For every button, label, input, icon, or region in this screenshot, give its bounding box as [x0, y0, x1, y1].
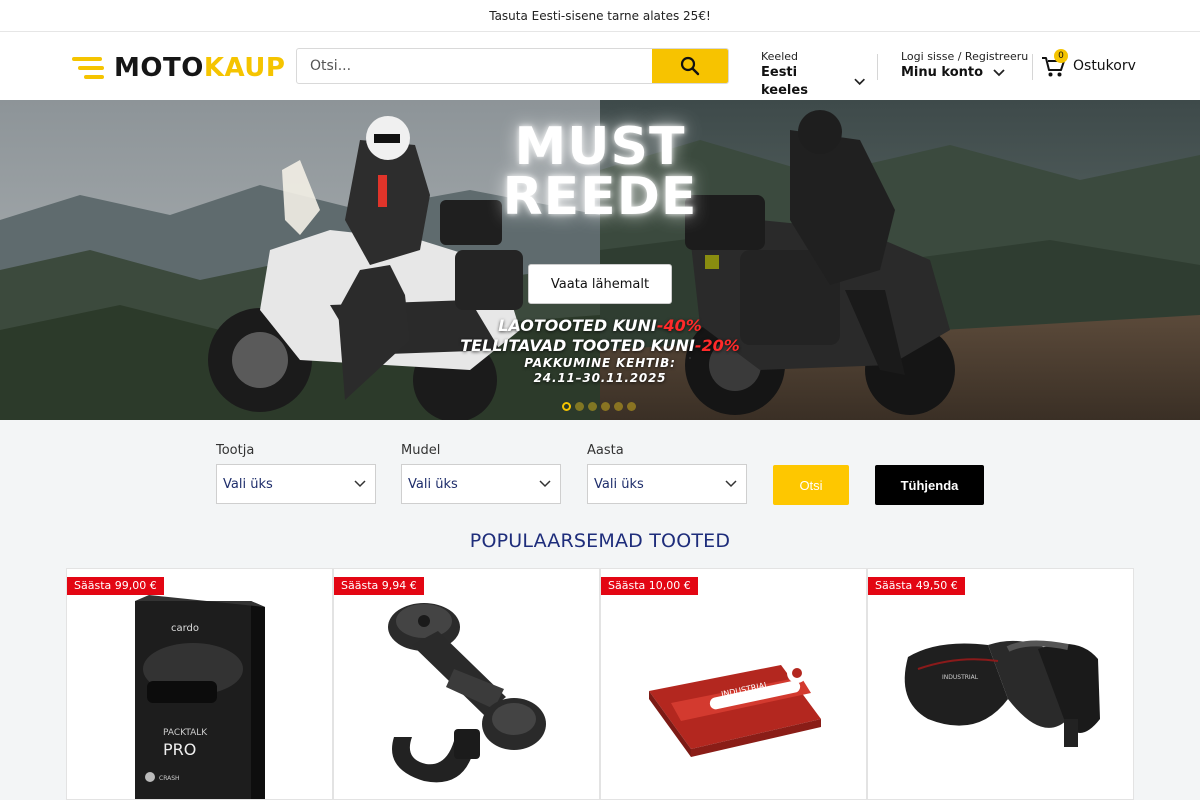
product-image-phone-mount — [388, 603, 546, 783]
announcement-bar: Tasuta Eesti-sisene tarne alates 25€! — [0, 0, 1200, 32]
search-input[interactable] — [297, 49, 652, 83]
model-select[interactable]: Vali üks — [401, 464, 561, 504]
discount-badge: Säästa 99,00 € — [67, 577, 164, 595]
svg-text:INDUSTRIAL: INDUSTRIAL — [942, 674, 979, 681]
carousel-dot[interactable] — [575, 402, 584, 411]
manufacturer-select[interactable]: Vali üks — [216, 464, 376, 504]
discount-badge: Säästa 9,94 € — [334, 577, 424, 595]
carousel-dot[interactable] — [601, 402, 610, 411]
carousel-dot[interactable] — [562, 402, 571, 411]
product-grid: cardo PACKTALK PRO CRASH Säästa 99,00 € … — [66, 568, 1134, 800]
carousel-dots — [562, 402, 636, 411]
chevron-down-icon — [354, 480, 366, 488]
announcement-text: Tasuta Eesti-sisene tarne alates 25€! — [489, 8, 711, 23]
site-header: MOTOKAUP Keeled Eesti keeles Logi sisse … — [0, 32, 1200, 100]
svg-text:PRO: PRO — [163, 740, 196, 759]
carousel-dot[interactable] — [614, 402, 623, 411]
popular-products-heading: POPULAARSEMAD TOOTED — [469, 530, 731, 552]
search-button[interactable] — [652, 49, 728, 83]
product-image-intercom-box: cardo PACKTALK PRO CRASH — [135, 595, 265, 799]
cart-button[interactable]: 0 Ostukorv — [1041, 49, 1136, 79]
manufacturer-filter: Tootja Vali üks — [216, 440, 376, 504]
svg-text:PACKTALK: PACKTALK — [163, 728, 208, 738]
logo-wordmark: MOTOKAUP — [114, 53, 286, 83]
language-label: Keeled — [761, 50, 799, 63]
divider — [877, 54, 878, 80]
carousel-dot[interactable] — [588, 402, 597, 411]
year-filter: Aasta Vali üks — [587, 440, 747, 504]
year-select[interactable]: Vali üks — [587, 464, 747, 504]
cart-count-badge: 0 — [1054, 49, 1068, 63]
svg-text:cardo: cardo — [171, 623, 199, 634]
discount-badge: Säästa 49,50 € — [868, 577, 965, 595]
filter-clear-button[interactable]: Tühjenda — [875, 465, 984, 505]
discount-badge: Säästa 10,00 € — [601, 577, 698, 595]
account-menu[interactable]: Logi sisse / Registreeru Minu konto — [901, 50, 1031, 82]
divider — [1032, 54, 1033, 80]
product-image-saddle-bags: INDUSTRIAL — [904, 640, 1100, 747]
year-label: Aasta — [587, 443, 624, 458]
logo-speed-lines-icon — [72, 56, 106, 80]
chevron-down-icon — [993, 69, 1005, 77]
model-filter: Mudel Vali üks — [401, 440, 561, 504]
model-label: Mudel — [401, 443, 441, 458]
chevron-down-icon — [725, 480, 737, 488]
product-card[interactable]: INDUSTRIAL Säästa 49,50 € — [867, 568, 1134, 800]
carousel-dot[interactable] — [627, 402, 636, 411]
hero-title: MUST REEDE — [502, 117, 698, 227]
cart-icon: 0 — [1041, 49, 1068, 79]
account-value: Minu konto — [901, 65, 984, 80]
hero-cta-button[interactable]: Vaata lähemalt — [528, 264, 672, 304]
svg-text:CRASH: CRASH — [159, 775, 180, 782]
search-icon — [680, 56, 700, 76]
language-value: Eesti keeles — [761, 65, 808, 98]
cart-label: Ostukorv — [1073, 58, 1136, 74]
manufacturer-label: Tootja — [216, 443, 255, 458]
product-card[interactable]: Säästa 9,94 € — [333, 568, 600, 800]
search-bar — [296, 48, 729, 84]
hero-promo-text: LAOTOOTED KUNI-40% TELLITAVAD TOOTED KUN… — [460, 316, 740, 385]
product-image-tool-kit: INDUSTRIAL — [649, 663, 821, 757]
product-card[interactable]: INDUSTRIAL Säästa 10,00 € — [600, 568, 867, 800]
chevron-down-icon — [854, 78, 865, 86]
hero-banner[interactable]: MUST REEDE Vaata lähemalt LAOTOOTED KUNI… — [0, 100, 1200, 420]
site-logo[interactable]: MOTOKAUP — [72, 53, 285, 83]
product-card[interactable]: cardo PACKTALK PRO CRASH Säästa 99,00 € — [66, 568, 333, 800]
chevron-down-icon — [539, 480, 551, 488]
vehicle-filter: Tootja Vali üks Mudel Vali üks Aasta Val… — [216, 440, 996, 510]
filter-search-button[interactable]: Otsi — [773, 465, 849, 505]
language-selector[interactable]: Keeled Eesti keeles — [761, 50, 865, 100]
account-label: Logi sisse / Registreeru — [901, 50, 1029, 63]
